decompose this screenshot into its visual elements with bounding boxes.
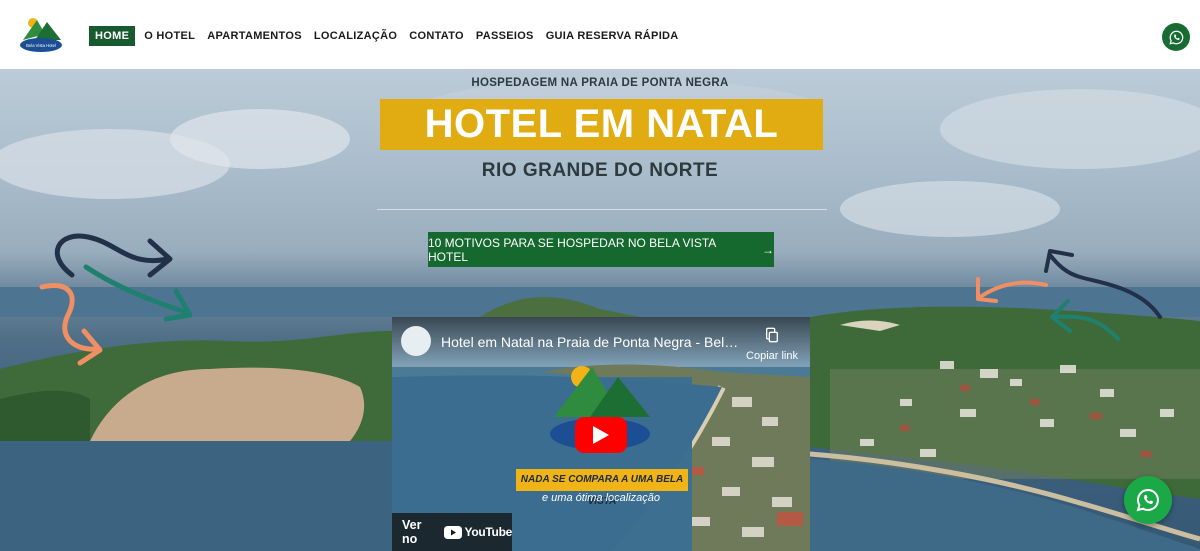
whatsapp-icon	[1136, 488, 1159, 512]
whatsapp-header-button[interactable]	[1162, 23, 1190, 51]
nav-guia-reserva-rapida[interactable]: GUIA RESERVA RÁPIDA	[540, 26, 685, 46]
hotel-logo[interactable]: Bela Vista Hotel	[17, 14, 65, 54]
nav-contato[interactable]: CONTATO	[403, 26, 470, 46]
hero-subtitle: RIO GRANDE DO NORTE	[481, 160, 719, 181]
arrow-right-icon: →	[762, 242, 774, 257]
copy-icon	[766, 327, 778, 343]
youtube-video-embed[interactable]: Hotel em Natal na Praia de Ponta Negra -…	[392, 317, 810, 551]
youtube-wordmark: YouTube	[464, 525, 513, 539]
channel-avatar[interactable]	[401, 326, 431, 356]
whatsapp-floating-button[interactable]	[1124, 476, 1172, 524]
youtube-icon	[443, 525, 462, 539]
video-banner-text: NADA SE COMPARA A UMA BELA VISTA	[516, 469, 688, 507]
nav-passeios[interactable]: PASSEIOS	[470, 26, 540, 46]
youtube-play-button[interactable]	[575, 417, 627, 453]
video-title[interactable]: Hotel em Natal na Praia de Ponta Negra -…	[441, 334, 741, 350]
hero-kicker: HOSPEDAGEM NA PRAIA DE PONTA NEGRA	[471, 77, 729, 89]
nav-localizacao[interactable]: LOCALIZAÇÃO	[308, 26, 403, 46]
hero-divider	[377, 209, 827, 210]
watch-on-youtube-button[interactable]: Ver no YouTube	[392, 513, 512, 551]
copy-link-button[interactable]: Copiar link	[739, 327, 805, 362]
nav-home[interactable]: HOME	[89, 26, 136, 46]
copy-link-label: Copiar link	[746, 350, 798, 362]
cta-label: 10 MOTIVOS PARA SE HOSPEDAR NO BELA VIST…	[428, 235, 716, 264]
whatsapp-icon	[1168, 30, 1183, 45]
site-header: Bela Vista Hotel HOME O HOTEL APARTAMENT…	[0, 0, 1200, 69]
hero-title: HOTEL EM NATAL	[424, 102, 779, 146]
nav-apartamentos[interactable]: APARTAMENTOS	[201, 26, 308, 46]
main-nav: HOME O HOTEL APARTAMENTOS LOCALIZAÇÃO CO…	[89, 26, 685, 46]
svg-text:Bela Vista Hotel: Bela Vista Hotel	[26, 43, 56, 48]
video-tagline: e uma ótima localização	[542, 492, 661, 504]
play-icon	[593, 426, 609, 444]
youtube-logo: YouTube	[443, 525, 513, 539]
nav-o-hotel[interactable]: O HOTEL	[138, 26, 201, 46]
hero-section: HOSPEDAGEM NA PRAIA DE PONTA NEGRA HOTEL…	[0, 69, 1200, 551]
hero-title-box: HOTEL EM NATAL	[380, 99, 823, 150]
ten-reasons-button[interactable]: 10 MOTIVOS PARA SE HOSPEDAR NO BELA VIST…	[428, 232, 774, 267]
watch-on-label: Ver no	[402, 518, 422, 546]
